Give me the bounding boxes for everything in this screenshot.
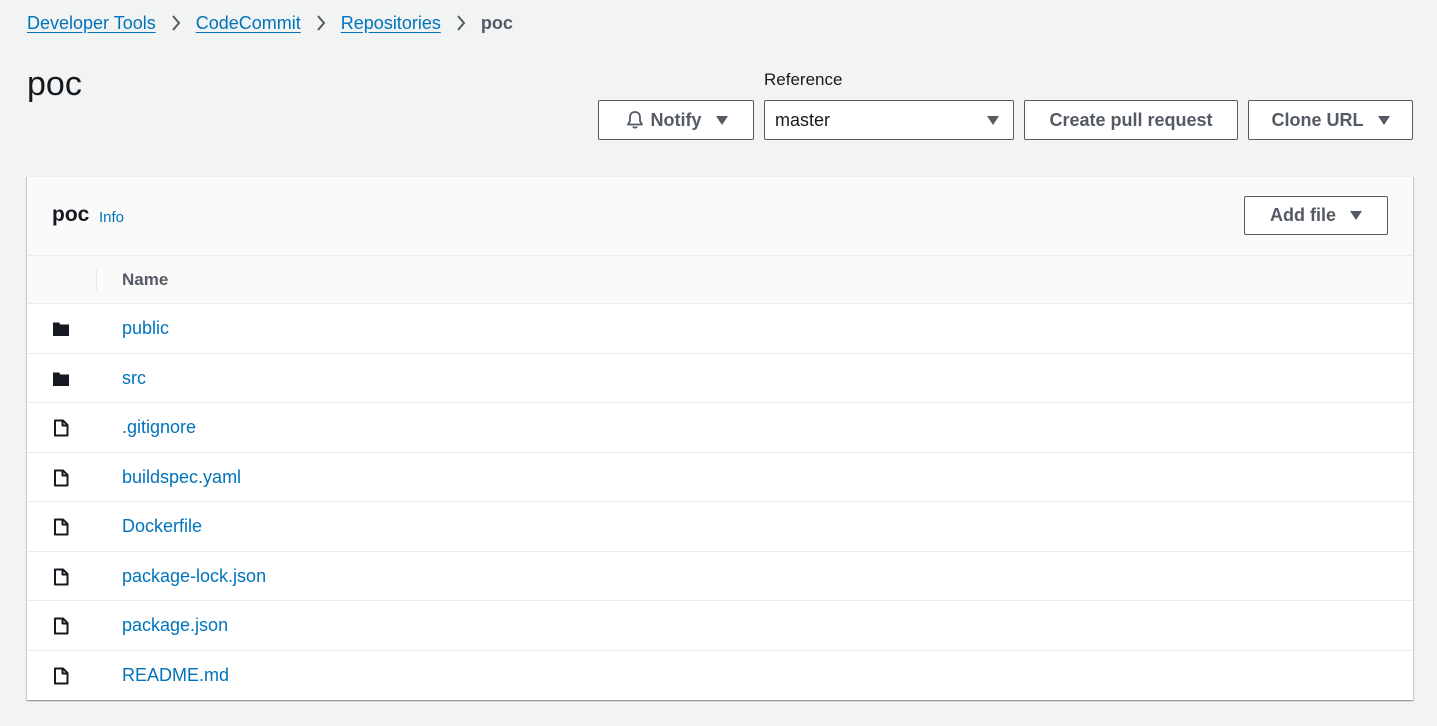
add-file-button[interactable]: Add file <box>1244 196 1388 235</box>
caret-down-icon <box>987 115 999 125</box>
table-row: Dockerfile <box>27 502 1413 552</box>
breadcrumb-current: poc <box>480 13 513 33</box>
notify-label: Notify <box>650 109 702 130</box>
file-list: public src .gitignore buildspec.yaml Dockerf… <box>27 304 1413 700</box>
table-row: buildspec.yaml <box>27 453 1413 502</box>
reference-label: Reference <box>764 70 843 89</box>
file-name-link[interactable]: src <box>122 368 146 389</box>
bell-icon <box>625 110 645 130</box>
file-icon <box>52 419 70 437</box>
caret-down-icon <box>715 115 728 125</box>
clone-url-label: Clone URL <box>1271 109 1364 130</box>
breadcrumb-repositories[interactable]: Repositories <box>341 12 441 34</box>
clone-url-button[interactable]: Clone URL <box>1248 100 1413 140</box>
reference-select-value: master <box>775 109 831 130</box>
notify-button[interactable]: Notify <box>598 100 754 140</box>
chevron-right-icon <box>301 15 341 31</box>
info-link[interactable]: Info <box>99 209 124 226</box>
panel-title: poc <box>52 203 90 226</box>
file-name-link[interactable]: Dockerfile <box>122 516 202 537</box>
file-name-link[interactable]: .gitignore <box>122 417 196 438</box>
table-row: .gitignore <box>27 403 1413 453</box>
file-icon <box>52 667 70 685</box>
file-name-link[interactable]: package-lock.json <box>122 566 266 587</box>
breadcrumb-developer-tools[interactable]: Developer Tools <box>27 12 156 34</box>
caret-down-icon <box>1350 211 1362 220</box>
table-header: Name <box>27 256 1413 304</box>
chevron-right-icon <box>441 15 481 31</box>
table-row: package-lock.json <box>27 552 1413 601</box>
breadcrumb-codecommit[interactable]: CodeCommit <box>196 12 301 34</box>
file-icon <box>52 617 70 635</box>
column-divider <box>96 268 97 292</box>
file-icon <box>52 568 70 586</box>
table-row: package.json <box>27 601 1413 651</box>
file-name-link[interactable]: public <box>122 318 169 339</box>
table-row: README.md <box>27 651 1413 701</box>
caret-down-icon <box>1377 115 1390 125</box>
breadcrumb: Developer Tools CodeCommit Repositories … <box>27 12 513 34</box>
folder-icon <box>52 370 70 388</box>
reference-select[interactable]: master <box>764 100 1014 140</box>
table-row: src <box>27 354 1413 403</box>
file-name-link[interactable]: package.json <box>122 615 228 636</box>
create-pull-request-label: Create pull request <box>1049 109 1213 130</box>
file-name-link[interactable]: buildspec.yaml <box>122 467 241 488</box>
table-row: public <box>27 304 1413 354</box>
chevron-right-icon <box>156 15 196 31</box>
file-name-link[interactable]: README.md <box>122 665 229 686</box>
page-title: poc <box>27 65 82 103</box>
add-file-label: Add file <box>1270 205 1336 225</box>
column-header-name[interactable]: Name <box>122 270 168 290</box>
folder-icon <box>52 320 70 338</box>
panel-header: poc Info Add file <box>27 177 1413 256</box>
repository-files-panel: poc Info Add file Name public src .gitigno… <box>27 176 1413 700</box>
file-icon <box>52 469 70 487</box>
create-pull-request-button[interactable]: Create pull request <box>1024 100 1238 140</box>
file-icon <box>52 518 70 536</box>
